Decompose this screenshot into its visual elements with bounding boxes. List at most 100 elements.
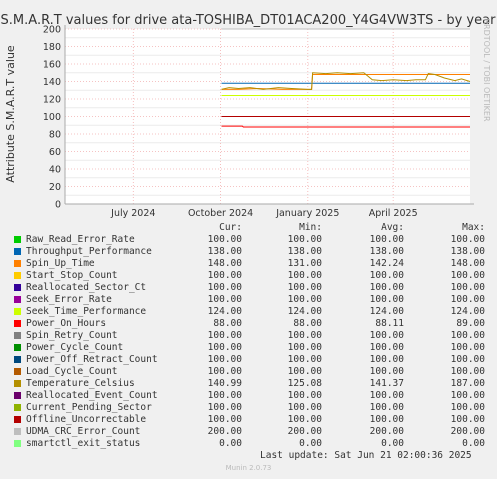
y-tick-label: 20 bbox=[49, 182, 61, 193]
legend-max-value: 100.00 bbox=[450, 390, 485, 401]
legend-avg-value: 100.00 bbox=[369, 282, 404, 293]
x-tick-label: April 2025 bbox=[369, 208, 418, 219]
legend-min-value: 100.00 bbox=[287, 390, 322, 401]
legend-swatch bbox=[14, 260, 21, 267]
chart-title: S.M.A.R.T values for drive ata-TOSHIBA_D… bbox=[1, 13, 497, 28]
y-tick-label: 200 bbox=[43, 25, 61, 36]
y-tick-label: 160 bbox=[43, 60, 61, 71]
legend-avg-value: 124.00 bbox=[369, 306, 404, 317]
y-tick-label: 120 bbox=[43, 95, 61, 106]
legend-avg-value: 0.00 bbox=[381, 438, 404, 449]
legend-row: Spin_Up_Time 148.00 131.00 142.24 148.00 bbox=[12, 258, 492, 270]
legend-series-name: Power_Off_Retract_Count bbox=[26, 354, 158, 365]
legend-swatch bbox=[14, 416, 21, 423]
legend-row: Reallocated_Sector_Ct 100.00 100.00 100.00 1… bbox=[12, 282, 492, 294]
legend-cur-value: 100.00 bbox=[207, 402, 242, 413]
legend-cur-value: 0.00 bbox=[219, 438, 242, 449]
legend-series-name: Start_Stop_Count bbox=[26, 270, 118, 281]
legend-cur-value: 100.00 bbox=[207, 390, 242, 401]
legend-avg-value: 100.00 bbox=[369, 414, 404, 425]
legend-cur-value: 124.00 bbox=[207, 306, 242, 317]
legend-series-name: Spin_Retry_Count bbox=[26, 330, 118, 341]
legend-avg-value: 200.00 bbox=[369, 426, 404, 437]
legend-max-value: 0.00 bbox=[462, 438, 485, 449]
legend-min-value: 100.00 bbox=[287, 234, 322, 245]
legend-min-value: 0.00 bbox=[299, 438, 322, 449]
munin-version: Munin 2.0.73 bbox=[225, 464, 272, 472]
legend-avg-value: 100.00 bbox=[369, 330, 404, 341]
legend-swatch bbox=[14, 404, 21, 411]
legend-avg-value: 100.00 bbox=[369, 270, 404, 281]
legend-series-name: Raw_Read_Error_Rate bbox=[26, 234, 135, 245]
legend-min-value: 100.00 bbox=[287, 330, 322, 341]
legend-cur-value: 100.00 bbox=[207, 294, 242, 305]
legend-row: Power_Off_Retract_Count 100.00 100.00 100.0… bbox=[12, 354, 492, 366]
legend-swatch bbox=[14, 284, 21, 291]
legend-cur-value: 138.00 bbox=[207, 246, 242, 257]
legend-avg-value: 100.00 bbox=[369, 234, 404, 245]
legend-min-value: 100.00 bbox=[287, 402, 322, 413]
legend-max-value: 100.00 bbox=[450, 342, 485, 353]
legend-cur-value: 100.00 bbox=[207, 342, 242, 353]
header-avg: Avg: bbox=[381, 222, 404, 233]
legend-swatch bbox=[14, 380, 21, 387]
header-min: Min: bbox=[299, 222, 322, 233]
legend-avg-value: 100.00 bbox=[369, 342, 404, 353]
legend-swatch bbox=[14, 248, 21, 255]
legend-min-value: 131.00 bbox=[287, 258, 322, 269]
legend-min-value: 100.00 bbox=[287, 354, 322, 365]
legend-min-value: 200.00 bbox=[287, 426, 322, 437]
legend-row: smartctl_exit_status 0.00 0.00 0.00 0.00 bbox=[12, 438, 492, 450]
legend-header: Cur: Min: Avg: Max: bbox=[12, 222, 492, 234]
legend-max-value: 100.00 bbox=[450, 402, 485, 413]
legend-avg-value: 141.37 bbox=[369, 378, 404, 389]
legend-series-name: Offline_Uncorrectable bbox=[26, 414, 147, 425]
legend-cur-value: 148.00 bbox=[207, 258, 242, 269]
legend-max-value: 100.00 bbox=[450, 366, 485, 377]
legend-row: UDMA_CRC_Error_Count 200.00 200.00 200.00 20… bbox=[12, 426, 492, 438]
legend-cur-value: 100.00 bbox=[207, 414, 242, 425]
chart: S.M.A.R.T values for drive ata-TOSHIBA_D… bbox=[1, 13, 497, 219]
legend-swatch bbox=[14, 332, 21, 339]
legend-max-value: 100.00 bbox=[450, 234, 485, 245]
legend-row: Offline_Uncorrectable 100.00 100.00 100.00 1… bbox=[12, 414, 492, 426]
legend-series-name: Spin_Up_Time bbox=[26, 258, 95, 269]
legend-row: Reallocated_Event_Count 100.00 100.00 100.0… bbox=[12, 390, 492, 402]
legend-max-value: 89.00 bbox=[456, 318, 485, 329]
legend-max-value: 187.00 bbox=[450, 378, 485, 389]
legend-avg-value: 142.24 bbox=[369, 258, 404, 269]
legend-max-value: 100.00 bbox=[450, 414, 485, 425]
legend-min-value: 125.08 bbox=[287, 378, 322, 389]
legend-avg-value: 88.11 bbox=[375, 318, 404, 329]
legend-series-name: smartctl_exit_status bbox=[26, 438, 141, 449]
legend-max-value: 100.00 bbox=[450, 270, 485, 281]
y-tick-label: 40 bbox=[49, 165, 61, 176]
x-tick-label: July 2024 bbox=[110, 208, 155, 219]
legend-row: Power_Cycle_Count 100.00 100.00 100.00 100.0… bbox=[12, 342, 492, 354]
legend-max-value: 138.00 bbox=[450, 246, 485, 257]
legend-swatch bbox=[14, 440, 21, 447]
legend-row: Raw_Read_Error_Rate 100.00 100.00 100.00 100… bbox=[12, 234, 492, 246]
legend-series-name: Temperature_Celsius bbox=[26, 378, 135, 389]
legend-avg-value: 100.00 bbox=[369, 402, 404, 413]
x-tick-label: October 2024 bbox=[188, 208, 253, 219]
legend-avg-value: 100.00 bbox=[369, 354, 404, 365]
x-tick-label: January 2025 bbox=[275, 208, 339, 219]
legend-row: Current_Pending_Sector 100.00 100.00 100.00… bbox=[12, 402, 492, 414]
legend-min-value: 100.00 bbox=[287, 270, 322, 281]
legend-max-value: 100.00 bbox=[450, 282, 485, 293]
rrdtool-watermark: RRDTOOL / TOBI OETIKER bbox=[482, 18, 491, 121]
y-axis-label: Attribute S.M.A.R.T value bbox=[4, 45, 17, 183]
legend-swatch bbox=[14, 428, 21, 435]
legend-swatch bbox=[14, 368, 21, 375]
legend-row: Seek_Time_Performance 124.00 124.00 124.00 1… bbox=[12, 306, 492, 318]
legend-cur-value: 140.99 bbox=[207, 378, 242, 389]
legend-row: Seek_Error_Rate 100.00 100.00 100.00 100.00 bbox=[12, 294, 492, 306]
legend-avg-value: 100.00 bbox=[369, 366, 404, 377]
legend-max-value: 100.00 bbox=[450, 354, 485, 365]
legend-max-value: 100.00 bbox=[450, 330, 485, 341]
y-tick-label: 100 bbox=[43, 112, 61, 123]
legend-avg-value: 100.00 bbox=[369, 390, 404, 401]
legend-swatch bbox=[14, 320, 21, 327]
legend-row: Load_Cycle_Count 100.00 100.00 100.00 100.00 bbox=[12, 366, 492, 378]
